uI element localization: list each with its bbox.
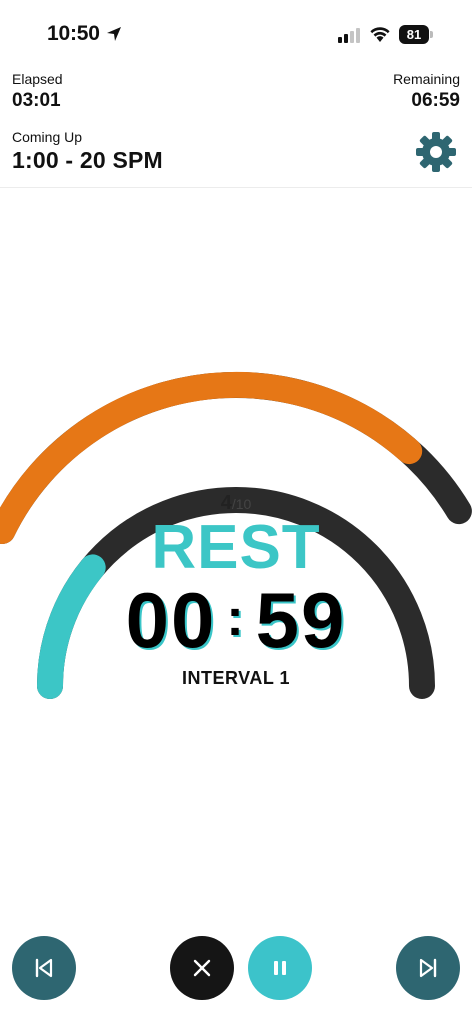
remaining-label: Remaining: [393, 71, 460, 87]
coming-up-value: 1:00 - 20 SPM: [12, 147, 163, 173]
timer-seconds: 59: [255, 576, 347, 664]
next-interval-button[interactable]: [396, 936, 460, 1000]
coming-up-label: Coming Up: [12, 129, 83, 145]
status-time: 10:50: [47, 22, 100, 45]
battery-indicator: 81: [399, 25, 433, 44]
pause-button[interactable]: [248, 936, 312, 1000]
close-icon: [193, 959, 211, 977]
elapsed-label: Elapsed: [12, 71, 63, 87]
cellular-signal-icon: [338, 28, 360, 43]
skip-next-icon: [419, 958, 437, 978]
remaining-value: 06:59: [411, 90, 460, 111]
elapsed-value: 03:01: [12, 90, 61, 111]
timer-minutes: 00: [125, 576, 217, 664]
skip-previous-icon: [35, 958, 53, 978]
timer-separator: :: [226, 589, 246, 647]
stop-workout-button[interactable]: [170, 936, 234, 1000]
previous-interval-button[interactable]: [12, 936, 76, 1000]
location-arrow-icon: [107, 27, 121, 41]
workout-header: Elapsed 03:01 Remaining 06:59 Coming Up …: [0, 64, 472, 188]
settings-button[interactable]: [414, 130, 458, 174]
status-bar: 10:50 81: [0, 0, 472, 64]
wifi-icon: [370, 27, 390, 42]
phase-label: REST: [151, 513, 321, 582]
countdown-timer: 00:59: [0, 578, 472, 660]
battery-level: 81: [406, 27, 422, 42]
pause-icon: [274, 961, 286, 975]
interval-total: /10: [231, 496, 252, 512]
interval-name: INTERVAL 1: [181, 668, 291, 688]
interval-current: 4: [220, 492, 232, 514]
gear-icon: [416, 132, 456, 172]
